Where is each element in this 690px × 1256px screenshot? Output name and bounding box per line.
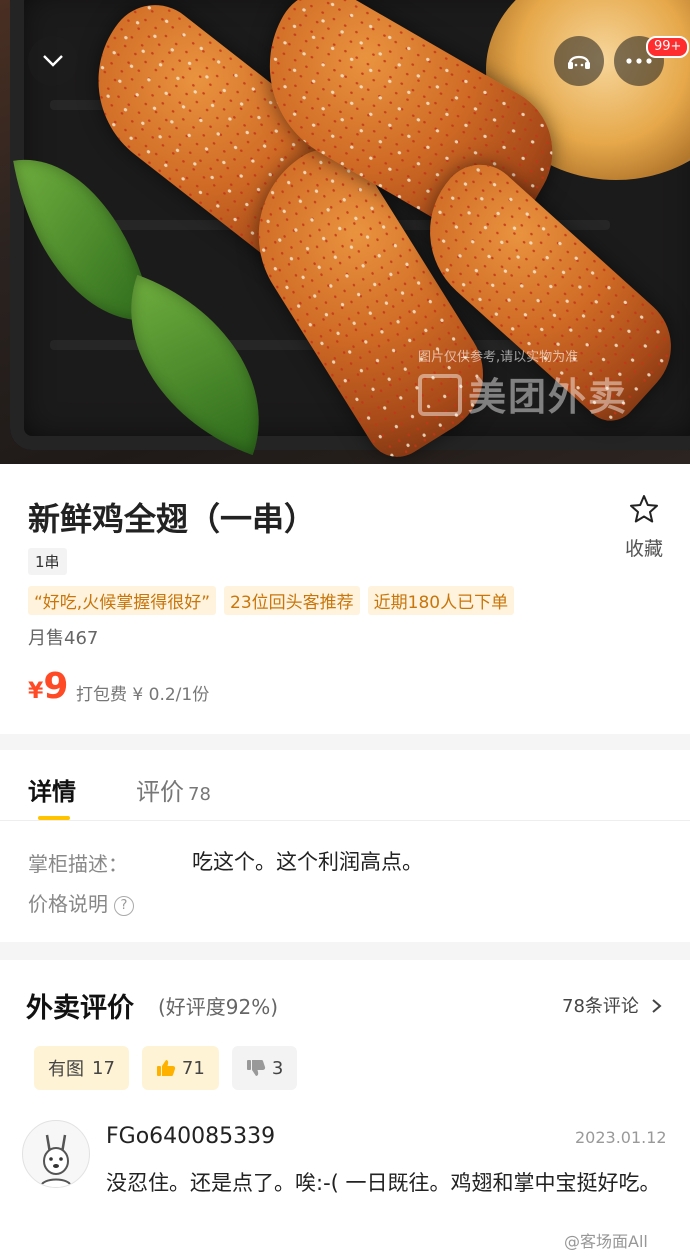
tab-reviews-count: 78: [188, 784, 211, 805]
source-watermark: @客场面All: [564, 1232, 648, 1251]
description-value: 吃这个。这个利润高点。: [192, 850, 423, 874]
back-button[interactable]: [28, 36, 78, 86]
price: ¥9: [28, 666, 69, 707]
thumbs-down-icon: [246, 1060, 265, 1076]
tag-item: “好吃,火候掌握得很好”: [28, 586, 217, 615]
filter-with-image[interactable]: 有图 17: [34, 1046, 129, 1090]
divider: [0, 820, 690, 821]
review-date: 2023.01.12: [575, 1128, 667, 1147]
product-tags: “好吃,火候掌握得很好” 23位回头客推荐 近期180人已下单: [28, 586, 515, 615]
filter-thumbs-down[interactable]: 3: [231, 1046, 298, 1090]
reviews-card: 外卖评价 (好评度92%) 78条评论 有图 17 71 3 FGo640085…: [0, 960, 690, 1256]
price-note-link[interactable]: 价格说明?: [28, 888, 134, 917]
review-filters: 有图 17 71 3: [34, 1046, 298, 1090]
reviews-title: 外卖评价: [26, 993, 134, 1024]
kangaroo-avatar-icon: [40, 1134, 72, 1187]
spec-badge: 1串: [28, 548, 67, 575]
favorite-label: 收藏: [624, 538, 663, 560]
product-title: 新鲜鸡全翅（一串）: [28, 500, 317, 538]
review-username[interactable]: FGo640085339: [106, 1124, 275, 1149]
brand-watermark: 美团外卖: [418, 366, 628, 421]
customer-service-button[interactable]: [554, 36, 604, 86]
message-count-badge: 99+: [646, 36, 690, 58]
positive-rate: (好评度92%): [158, 995, 279, 1019]
monthly-sales: 月售467: [28, 628, 99, 649]
customer-service-icon: [568, 55, 590, 69]
star-icon: [630, 495, 658, 523]
chevron-down-icon: [43, 55, 63, 67]
details-card: 详情 评价 78 掌柜描述： 吃这个。这个利润高点。 价格说明?: [0, 750, 690, 942]
filter-thumbs-up[interactable]: 71: [141, 1046, 219, 1090]
tag-item: 近期180人已下单: [367, 586, 515, 615]
all-reviews-link[interactable]: 78条评论: [562, 992, 663, 1018]
description-label: 掌柜描述：: [28, 852, 128, 876]
packing-fee: 打包费 ¥ 0.2/1份: [76, 685, 210, 705]
tab-reviews[interactable]: 评价 78: [136, 772, 211, 807]
product-info-card: 新鲜鸡全翅（一串） 收藏 1串 “好吃,火候掌握得很好” 23位回头客推荐 近期…: [0, 464, 690, 734]
tag-item: 23位回头客推荐: [224, 586, 360, 615]
favorite-button[interactable]: 收藏: [620, 494, 668, 561]
review-text: 没忍住。还是点了。唉:-( 一日既往。鸡翅和掌中宝挺好吃。: [106, 1171, 661, 1195]
more-icon: [626, 58, 652, 64]
avatar[interactable]: [22, 1120, 90, 1188]
product-image[interactable]: 图片仅供参考,请以实物为准 美团外卖 99+: [0, 0, 690, 464]
image-disclaimer: 图片仅供参考,请以实物为准: [418, 350, 579, 365]
question-icon: ?: [114, 896, 134, 916]
chevron-right-icon: [651, 999, 662, 1013]
tab-details[interactable]: 详情: [28, 772, 76, 807]
thumbs-up-icon: [156, 1060, 176, 1076]
